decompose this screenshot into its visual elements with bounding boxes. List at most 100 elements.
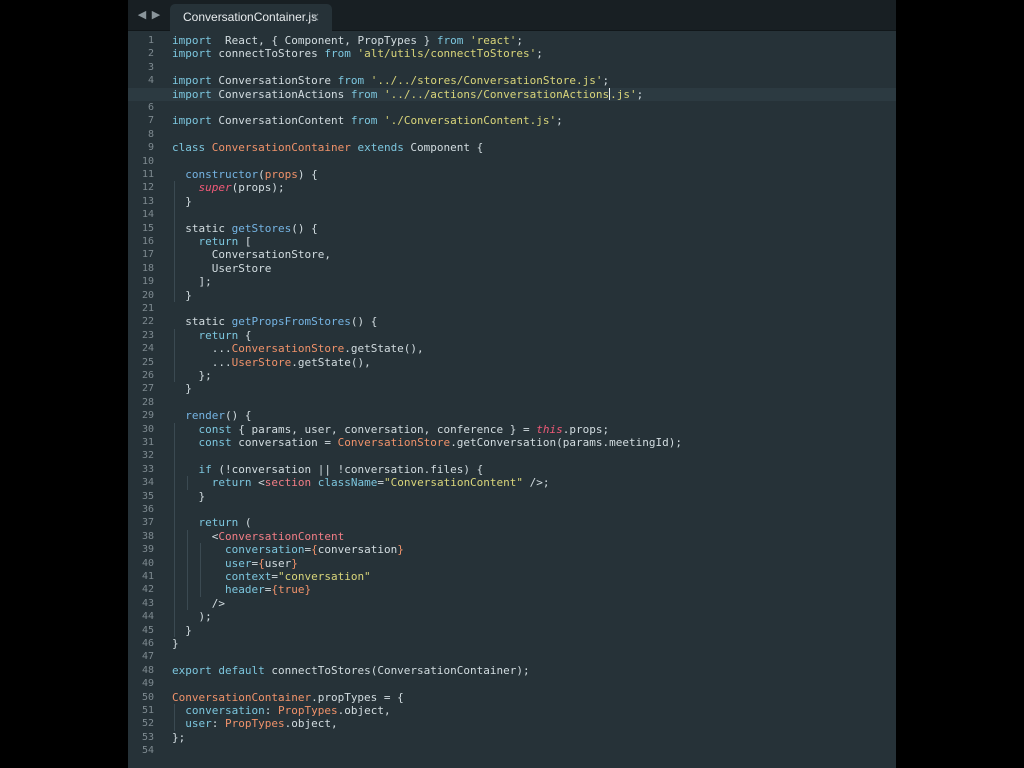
code-line[interactable]: if (!conversation || !conversation.files… — [172, 463, 484, 476]
code-line[interactable]: ...UserStore.getState(), — [172, 356, 371, 369]
code-token: "ConversationContent" — [383, 476, 524, 490]
code-line[interactable]: header={true} — [172, 583, 311, 596]
line-number: 21 — [141, 303, 154, 314]
code-token: static — [172, 221, 232, 235]
code-token: render — [185, 409, 225, 423]
code-token: = — [377, 476, 384, 490]
line-number: 9 — [147, 142, 154, 154]
line-number: 14 — [141, 209, 154, 221]
code-token: { params, user, conversation, conference… — [231, 422, 537, 436]
line-number: 15 — [141, 222, 154, 234]
code-token: conversation — [224, 543, 305, 557]
code-token: '../../actions/ConversationActions — [383, 87, 610, 101]
code-line[interactable]: /> — [172, 597, 225, 610]
line-number: 7 — [147, 115, 154, 127]
code-line[interactable]: ); — [172, 610, 211, 623]
code-line[interactable]: static getPropsFromStores() { — [172, 315, 377, 328]
code-token: ( — [238, 516, 252, 530]
code-line[interactable]: }; — [172, 369, 211, 382]
code-line[interactable]: conversation={conversation} — [172, 543, 404, 556]
code-line[interactable]: user: PropTypes.object, — [172, 717, 338, 731]
line-number: 47 — [141, 651, 154, 663]
code-line[interactable]: import connectToStores from 'alt/utils/c… — [172, 47, 543, 60]
code-token: './ConversationContent.js' — [383, 114, 557, 128]
code-line[interactable]: constructor(props) { — [172, 168, 317, 181]
code-token: .props; — [562, 422, 610, 436]
code-line[interactable]: } — [172, 637, 179, 650]
code-token: ; — [556, 114, 563, 128]
code-line[interactable]: return ( — [172, 516, 252, 529]
code-line[interactable]: ]; — [172, 275, 211, 288]
code-line[interactable]: conversation: PropTypes.object, — [172, 704, 391, 717]
code-token: = — [271, 570, 278, 583]
code-line[interactable]: ConversationStore, — [172, 248, 331, 261]
code-line[interactable]: import ConversationActions from '../../a… — [128, 87, 896, 101]
code-token: .object, — [284, 717, 338, 731]
code-line[interactable]: const { params, user, conversation, conf… — [172, 422, 610, 436]
code-line[interactable]: import ConversationStore from '../../sto… — [172, 74, 609, 87]
line-number: 10 — [141, 155, 154, 167]
back-arrow-icon[interactable]: ◀ — [136, 8, 148, 22]
line-number: 22 — [141, 316, 154, 328]
code-token: .object, — [337, 704, 391, 717]
code-token: super — [198, 181, 232, 195]
code-line[interactable]: } — [172, 490, 205, 503]
code-line[interactable]: }; — [172, 731, 185, 744]
code-line[interactable]: export default connectToStores(Conversat… — [172, 664, 530, 677]
code-token: (props); — [231, 181, 285, 195]
code-token: return — [198, 516, 239, 530]
line-number: 11 — [141, 169, 154, 180]
code-token: import — [172, 34, 212, 47]
code-token: import — [172, 114, 212, 128]
code-line[interactable]: } — [172, 382, 192, 395]
code-line[interactable]: static getStores() { — [172, 221, 318, 235]
code-token: : — [211, 717, 225, 731]
code-token: ... — [172, 342, 232, 356]
code-token: ConversationContent — [218, 529, 345, 543]
code-token: from — [337, 74, 365, 88]
code-line[interactable]: return <section className="ConversationC… — [172, 476, 550, 489]
code-token: ConversationStore — [211, 74, 338, 88]
code-token: () { — [291, 221, 318, 235]
code-token: () { — [225, 409, 252, 423]
code-line[interactable]: super(props); — [172, 181, 285, 194]
tab-conversation-container[interactable]: ConversationContainer.js × — [170, 4, 332, 31]
code-token: ConversationStore — [337, 436, 451, 449]
code-line[interactable]: return { — [172, 329, 252, 342]
code-line[interactable]: context="conversation" — [172, 570, 371, 583]
line-number: 36 — [141, 504, 154, 515]
line-number: 3 — [147, 61, 154, 73]
indent-guide — [174, 704, 175, 731]
code-line[interactable]: import ConversationContent from './Conve… — [172, 114, 563, 127]
line-number: 53 — [141, 731, 154, 743]
line-number: 4 — [147, 75, 154, 87]
code-token: /> — [172, 596, 225, 610]
code-line[interactable]: const conversation = ConversationStore.g… — [172, 436, 682, 449]
code-token: return — [211, 476, 252, 490]
code-line[interactable]: render() { — [172, 409, 252, 423]
close-icon[interactable]: × — [310, 4, 320, 31]
code-line[interactable]: <ConversationContent — [172, 530, 344, 543]
code-line[interactable]: return [ — [172, 235, 252, 248]
code-token: connectToStores — [211, 47, 325, 61]
code-token: from — [350, 114, 378, 128]
code-line[interactable]: UserStore — [172, 262, 272, 275]
code-line[interactable]: import React, { Component, PropTypes } f… — [172, 34, 523, 47]
forward-arrow-icon[interactable]: ▶ — [150, 8, 162, 22]
code-token: '../../stores/ConversationStore.js' — [370, 74, 603, 88]
code-token: from — [350, 87, 378, 101]
code-line[interactable]: user={user} — [172, 557, 298, 570]
code-line[interactable]: ...ConversationStore.getState(), — [172, 342, 424, 355]
code-line[interactable]: class ConversationContainer extends Comp… — [172, 141, 483, 154]
line-number: 54 — [141, 745, 154, 757]
code-line[interactable]: ConversationContainer.propTypes = { — [172, 691, 404, 704]
code-token: .getConversation(params.meetingId); — [450, 436, 682, 449]
indent-guide — [187, 476, 189, 490]
code-token: "conversation" — [277, 570, 371, 583]
code-token: default — [218, 663, 265, 677]
line-number: 19 — [141, 276, 154, 288]
line-number: 8 — [147, 128, 154, 140]
